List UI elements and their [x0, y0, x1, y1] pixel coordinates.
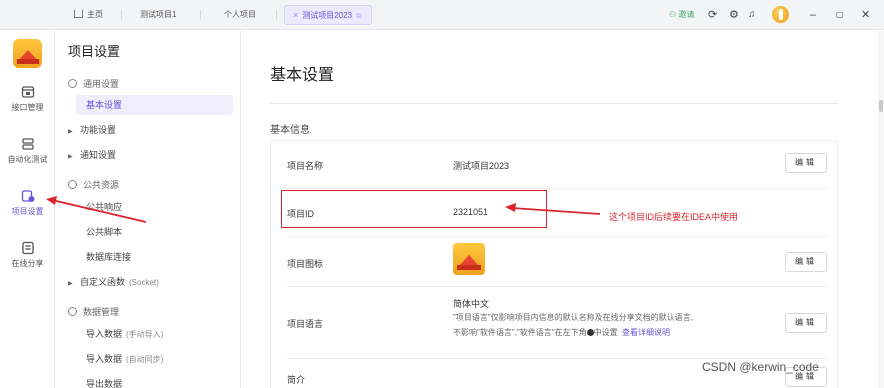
project-language-value: 简体中文 [453, 299, 490, 309]
project-icon-image [453, 243, 485, 275]
tab-test-project-2023[interactable]: × 测试项目2023 ⧉ [284, 5, 372, 25]
maximize-icon[interactable]: ▢ [836, 7, 844, 23]
home-icon [74, 10, 83, 18]
avatar[interactable] [772, 6, 789, 23]
row-project-name: 项目名称 测试项目2023 编辑 [287, 141, 827, 189]
add-user-icon: ⚇ [669, 10, 677, 19]
rail-item-api-management[interactable]: 接口管理 [0, 85, 55, 113]
nav-group-general: 通用设置 [68, 74, 119, 94]
nav-item-export[interactable]: 导出数据 [86, 374, 122, 388]
project-name-value: 测试项目2023 [453, 161, 510, 171]
rail-item-online-share[interactable]: 在线分享 [0, 241, 55, 269]
nav-item-custom-function[interactable]: ▶ 自定义函数 (Socket) [68, 272, 159, 292]
tab-test-project-1[interactable]: 测试项目1 [132, 5, 184, 25]
gear-icon [586, 329, 594, 336]
settings-nav: 项目设置 通用设置 基本设置 ▶ 功能设置 ▶ 通知设置 公共资源 公共响应 公共脚… [56, 31, 241, 388]
scrollbar[interactable] [878, 31, 884, 388]
tab-personal-project[interactable]: 个人项目 [216, 5, 264, 25]
database-icon [68, 307, 77, 316]
share-icon [21, 241, 34, 255]
caret-right-icon: ▶ [68, 281, 73, 287]
api-icon [21, 86, 34, 98]
nav-group-public: 公共资源 [68, 175, 119, 195]
nav-item-feature-settings[interactable]: ▶ 功能设置 [68, 120, 116, 140]
nav-item-db-connection[interactable]: 数据库连接 [86, 247, 131, 267]
basic-info-card: 项目名称 测试项目2023 编辑 项目ID 2321051 项目图标 编辑 项目… [270, 140, 838, 388]
project-settings-icon [21, 190, 34, 202]
tab-home[interactable]: 主页 [66, 5, 111, 25]
gear-icon [68, 79, 77, 88]
project-language-label: 项目语言 [287, 319, 324, 329]
title-bar: 主页 测试项目1 个人项目 × 测试项目2023 ⧉ ⚇ 邀请 ⟳ ⚙ ♫ – ▢ … [0, 0, 884, 30]
layers-icon [68, 180, 77, 189]
annotation-highlight-box [281, 190, 547, 228]
page-title: 基本设置 [270, 67, 335, 84]
view-details-link[interactable]: 查看详细说明 [622, 328, 670, 337]
sync-icon[interactable]: ⟳ [708, 7, 717, 23]
nav-item-import-manual[interactable]: 导入数据 (手动导入) [86, 324, 163, 344]
bell-icon[interactable]: ♫ [748, 7, 756, 23]
section-title: 基本信息 [270, 125, 310, 136]
tab-link-icon: ⧉ [356, 13, 362, 20]
rail-item-automation[interactable]: 自动化测试 [0, 137, 55, 165]
project-language-description: "项目语言"仅影响项目内信息的默认名称及在线分享文档的默认语言, 不影响"软件语… [453, 313, 693, 337]
scrollbar-thumb[interactable] [879, 100, 883, 112]
nav-item-notify-settings[interactable]: ▶ 通知设置 [68, 145, 116, 165]
edit-project-language-button[interactable]: 编辑 [785, 313, 827, 333]
nav-group-data-management: 数据管理 [68, 302, 119, 322]
caret-right-icon: ▶ [68, 129, 73, 135]
nav-item-public-response[interactable]: 公共响应 [86, 197, 122, 217]
icon-rail: 接口管理 自动化测试 项目设置 在线分享 [0, 31, 55, 388]
edit-project-name-button[interactable]: 编辑 [785, 153, 827, 173]
nav-title: 项目设置 [68, 44, 121, 59]
close-tab-icon[interactable]: × [293, 10, 298, 20]
app-logo [13, 39, 42, 68]
watermark: CSDN @kerwin_code [702, 360, 819, 374]
row-project-icon: 项目图标 编辑 [287, 237, 827, 287]
divider [270, 103, 838, 104]
project-name-label: 项目名称 [287, 161, 324, 171]
invite-button[interactable]: ⚇ 邀请 [669, 7, 694, 23]
nav-item-basic-settings[interactable]: 基本设置 [76, 95, 233, 115]
close-window-icon[interactable]: ✕ [861, 7, 870, 23]
nav-item-import-auto[interactable]: 导入数据 (自动同步) [86, 349, 163, 369]
automation-icon [21, 138, 34, 150]
minimize-icon[interactable]: – [810, 7, 816, 23]
annotation-text: 这个项目ID后续要在IDEA中使用 [609, 212, 739, 222]
row-project-language: 项目语言 简体中文 "项目语言"仅影响项目内信息的默认名称及在线分享文档的默认语… [287, 287, 827, 359]
introduction-label: 简介 [287, 375, 306, 385]
caret-right-icon: ▶ [68, 154, 73, 160]
rail-item-project-settings[interactable]: 项目设置 [0, 189, 55, 217]
edit-project-icon-button[interactable]: 编辑 [785, 252, 827, 272]
settings-icon[interactable]: ⚙ [729, 7, 739, 23]
project-icon-label: 项目图标 [287, 259, 324, 269]
nav-item-public-script[interactable]: 公共脚本 [86, 222, 122, 242]
